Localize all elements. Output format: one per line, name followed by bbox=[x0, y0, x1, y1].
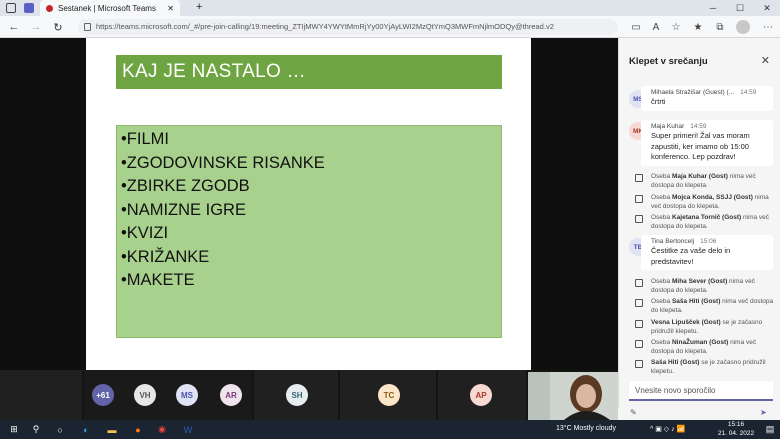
browser-tab[interactable]: Sestanek | Microsoft Teams ✕ bbox=[40, 0, 180, 16]
participant-avatar[interactable]: VH bbox=[134, 384, 156, 406]
message-time: 14:59 bbox=[690, 123, 707, 130]
chrome-icon[interactable]: ◉ bbox=[154, 422, 170, 437]
chat-message: Tina Bertoncelj 15:06 Čestitke za vaše de… bbox=[641, 235, 773, 270]
presentation-slide: KAJ JE NASTALO … •FILMI •ZGODOVINSKE RIS… bbox=[86, 38, 531, 370]
refresh-icon[interactable]: ↻ bbox=[50, 19, 66, 35]
search-icon[interactable]: ⚲ bbox=[28, 422, 44, 437]
system-message: Oseba Maja Kuhar (Gost) nima več dostopa… bbox=[635, 173, 775, 190]
meeting-chat-panel: Klepet v srečanju ✕ MS Mihaela Stražišar… bbox=[618, 38, 780, 408]
tab-title: Sestanek | Microsoft Teams bbox=[58, 3, 156, 13]
participant-tile bbox=[0, 370, 82, 420]
forward-arrow-icon[interactable]: → bbox=[28, 19, 44, 35]
message-text: črtrti bbox=[651, 97, 666, 106]
join-chat-icon bbox=[635, 360, 643, 368]
slide-bullet: •MAKETE bbox=[121, 271, 195, 289]
more-menu-icon[interactable]: ⋯ bbox=[760, 19, 776, 35]
slide-bullet: •FILMI bbox=[121, 130, 169, 148]
address-bar-row: ← → ↻ https://teams.microsoft.com/_#/pre… bbox=[0, 16, 780, 38]
browser-menu-icon[interactable] bbox=[6, 3, 16, 13]
system-message: Oseba Kajetana Tornič (Gost) nima več do… bbox=[635, 214, 775, 231]
slide-bullet: •NAMIZNE IGRE bbox=[121, 200, 246, 219]
message-author: Mihaela Stražišar (Guest) (... bbox=[651, 89, 735, 96]
message-author: Maja Kuhar bbox=[651, 123, 685, 130]
weather-widget[interactable]: 13°C Mostly cloudy bbox=[556, 425, 616, 432]
system-message: Saša Hiti (Gost) se je začasno pridružil… bbox=[635, 359, 775, 376]
chat-title: Klepet v srečanju bbox=[629, 56, 708, 67]
clock[interactable]: 15:16 21. 04. 2022 bbox=[714, 421, 758, 438]
message-time: 15:06 bbox=[700, 238, 717, 245]
minimize-button[interactable]: ─ bbox=[700, 0, 726, 16]
leave-chat-icon bbox=[635, 215, 643, 223]
message-author: Tina Bertoncelj bbox=[651, 238, 695, 245]
participant-avatar[interactable]: AP bbox=[470, 384, 492, 406]
message-time: 14:59 bbox=[740, 89, 757, 96]
lock-icon bbox=[84, 23, 91, 31]
system-message: Oseba Mojca Konda, SSJJ (Gost) nima več … bbox=[635, 194, 775, 211]
favorites-icon[interactable]: ★ bbox=[690, 19, 706, 35]
leave-chat-icon bbox=[635, 279, 643, 287]
system-message: Oseba Saša Hiti (Gost) nima več dostopa … bbox=[635, 298, 775, 315]
recording-icon bbox=[46, 4, 53, 12]
video-person-image bbox=[528, 372, 618, 420]
profile-avatar[interactable] bbox=[736, 20, 750, 34]
chat-message: Mihaela Stražišar (Guest) (... 14:59 črtr… bbox=[641, 86, 773, 111]
format-icon[interactable]: ✎ bbox=[630, 408, 637, 417]
participant-avatar[interactable]: TC bbox=[378, 384, 400, 406]
new-tab-button[interactable]: + bbox=[196, 1, 202, 13]
slide-bullet-box: •FILMI •ZGODOVINSKE RISANKE •ZBIRKE ZGOD… bbox=[116, 125, 502, 338]
participant-avatar[interactable]: MS bbox=[176, 384, 198, 406]
leave-chat-icon bbox=[635, 195, 643, 203]
edge-icon[interactable]: ◐ bbox=[78, 422, 94, 437]
slide-title: KAJ JE NASTALO … bbox=[116, 55, 502, 89]
message-text: Super primeri! Žal vas moram zapustiti, … bbox=[651, 131, 750, 161]
slide-bullet: •KVIZI bbox=[121, 224, 169, 242]
back-arrow-icon[interactable]: ← bbox=[6, 19, 22, 35]
participant-avatar[interactable]: SH bbox=[286, 384, 308, 406]
collections-icon[interactable]: ⧉ bbox=[712, 19, 728, 35]
read-aloud-icon[interactable]: A bbox=[648, 19, 664, 35]
system-message: Vesna Lipušček (Gost) se je začasno prid… bbox=[635, 319, 775, 336]
chat-message: Maja Kuhar 14:59 Super primeri! Žal vas m… bbox=[641, 120, 773, 166]
leave-chat-icon bbox=[635, 299, 643, 307]
clock-date: 21. 04. 2022 bbox=[717, 429, 755, 437]
word-icon[interactable]: W bbox=[180, 422, 196, 437]
self-video-tile[interactable] bbox=[528, 372, 618, 420]
windows-start-icon[interactable]: ⊞ bbox=[6, 422, 22, 437]
send-icon[interactable]: ➤ bbox=[760, 408, 767, 417]
join-chat-icon bbox=[635, 320, 643, 328]
camera-icon[interactable]: ▭ bbox=[628, 19, 644, 35]
notifications-icon[interactable]: ▤ bbox=[762, 422, 778, 437]
compose-toolbar: ✎ ➤ bbox=[618, 408, 780, 420]
teams-app-icon bbox=[24, 3, 34, 13]
leave-chat-icon bbox=[635, 174, 643, 182]
compose-message-input[interactable]: Vnesite novo sporočilo bbox=[629, 381, 773, 401]
system-tray-icons[interactable]: ^ ▣ ◇ ♪ 📶 bbox=[650, 425, 685, 433]
favorite-star-icon[interactable]: ☆ bbox=[668, 19, 684, 35]
slide-bullet: •ZBIRKE ZGODB bbox=[121, 177, 250, 195]
browser-title-bar: Sestanek | Microsoft Teams ✕ + ─ ☐ ✕ bbox=[0, 0, 780, 16]
participant-avatar[interactable]: AR bbox=[220, 384, 242, 406]
message-text: Čestitke za vaše delo in predstavitev! bbox=[651, 246, 731, 266]
compose-placeholder: Vnesite novo sporočilo bbox=[635, 386, 716, 395]
windows-taskbar: ⊞ ⚲ ○ ◐ ▬ ● ◉ W 13°C Mostly cloudy ^ ▣ ◇… bbox=[0, 420, 780, 439]
maximize-button[interactable]: ☐ bbox=[727, 0, 753, 16]
slide-bullet: •ZGODOVINSKE RISANKE bbox=[121, 153, 325, 172]
system-message: Oseba NinaŽuman (Gost) nima več dostopa … bbox=[635, 339, 775, 356]
leave-chat-icon bbox=[635, 340, 643, 348]
clock-time: 15:16 bbox=[727, 421, 745, 428]
chat-close-icon[interactable]: ✕ bbox=[761, 54, 770, 67]
file-explorer-icon[interactable]: ▬ bbox=[104, 422, 120, 437]
url-text: https://teams.microsoft.com/_#/pre-join-… bbox=[96, 22, 554, 31]
participants-bar: +61 VH MS AR SH TC AP bbox=[0, 370, 618, 420]
url-field[interactable]: https://teams.microsoft.com/_#/pre-join-… bbox=[78, 19, 618, 35]
tab-close-icon[interactable]: ✕ bbox=[167, 4, 174, 13]
task-view-icon[interactable]: ○ bbox=[52, 422, 68, 437]
system-message: Oseba Miha Sever (Gost) nima več dostopa… bbox=[635, 278, 775, 295]
firefox-icon[interactable]: ● bbox=[130, 422, 146, 437]
more-participants-badge[interactable]: +61 bbox=[92, 384, 114, 406]
window-close-button[interactable]: ✕ bbox=[754, 0, 780, 16]
slide-bullet: •KRIŽANKE bbox=[121, 247, 210, 266]
